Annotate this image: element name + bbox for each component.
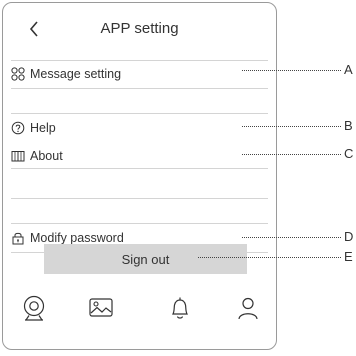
book-icon — [11, 151, 25, 162]
callout-line — [242, 154, 341, 155]
about-item[interactable]: About — [11, 145, 268, 167]
divider — [11, 168, 268, 169]
divider — [11, 113, 268, 114]
divider — [11, 223, 268, 224]
callout-line — [242, 126, 341, 127]
callout-label: D — [344, 229, 354, 244]
callout-line — [198, 257, 341, 258]
about-label: About — [30, 149, 63, 163]
grid-icon — [11, 67, 25, 81]
page-title: APP setting — [100, 20, 179, 37]
callout-line — [242, 237, 341, 238]
gallery-icon[interactable] — [87, 294, 115, 322]
modify-password-label: Modify password — [30, 231, 124, 245]
callout-label: C — [344, 146, 354, 161]
bell-icon[interactable] — [166, 294, 194, 322]
camera-icon[interactable] — [20, 294, 48, 322]
user-icon[interactable] — [234, 294, 262, 322]
lock-icon — [12, 232, 24, 245]
help-label: Help — [30, 121, 56, 135]
sign-out-label: Sign out — [121, 251, 170, 267]
callout-label: B — [344, 118, 353, 133]
callout-line — [242, 70, 341, 71]
callout-label: A — [344, 62, 353, 77]
sign-out-button[interactable]: Sign out — [44, 244, 247, 274]
callout-label: E — [344, 249, 353, 264]
message-setting-item[interactable]: Message setting — [11, 63, 268, 85]
help-circle-icon — [11, 121, 25, 135]
divider — [11, 88, 268, 89]
message-setting-label: Message setting — [30, 67, 122, 81]
divider — [11, 198, 268, 199]
divider — [11, 60, 268, 61]
phone-screen: APP setting Message setting Help About M… — [2, 2, 277, 350]
help-item[interactable]: Help — [11, 117, 268, 139]
